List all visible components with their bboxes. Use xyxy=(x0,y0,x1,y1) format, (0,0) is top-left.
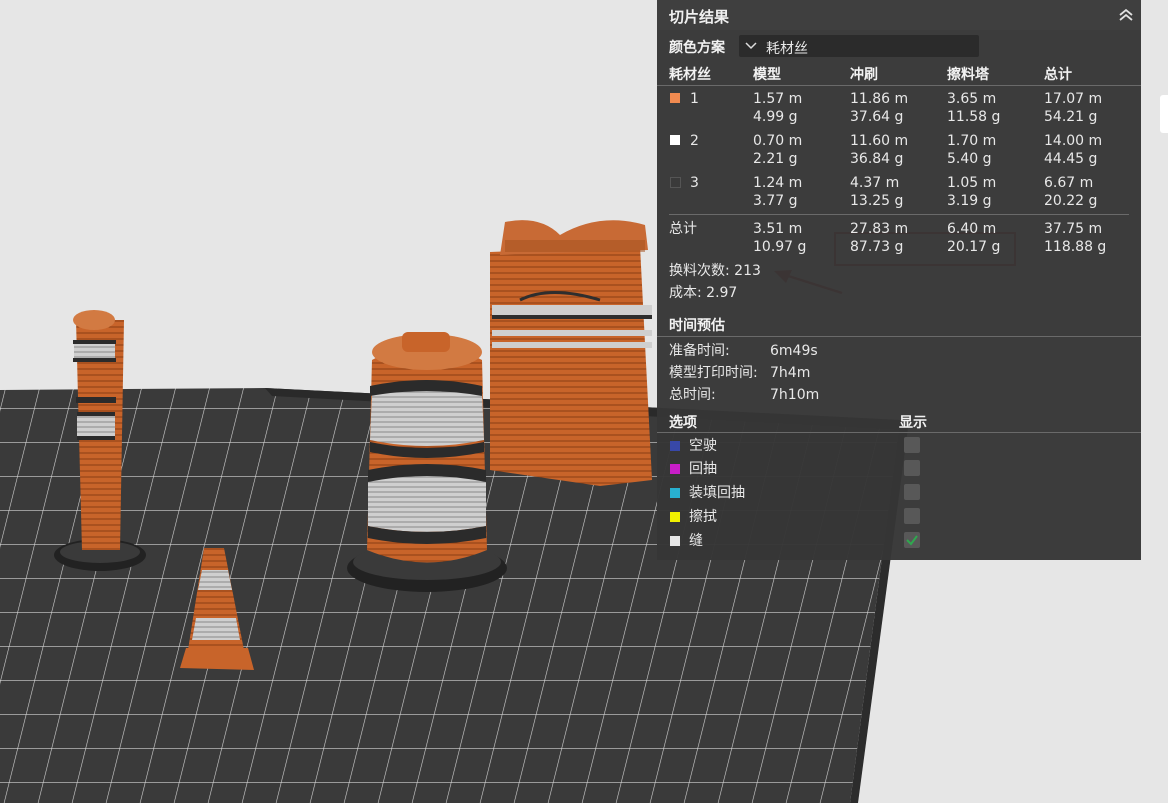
filament-2-total-m: 14.00 m xyxy=(1044,133,1103,149)
filament-2-flush-m: 11.60 m xyxy=(850,133,909,149)
filament-2-flush-g: 36.84 g xyxy=(850,151,904,167)
option-travel-checkbox[interactable] xyxy=(904,437,920,453)
total-tower-g: 20.17 g xyxy=(947,239,1001,255)
col-header-prime-tower: 擦料塔 xyxy=(947,67,989,83)
filament-1-flush-m: 11.86 m xyxy=(850,91,909,107)
prep-time-value: 6m49s xyxy=(770,343,818,359)
divider xyxy=(657,432,1141,433)
retract-swatch xyxy=(670,464,680,474)
seam-swatch xyxy=(670,536,680,546)
col-header-total: 总计 xyxy=(1044,67,1072,83)
filament-1-tower-g: 11.58 g xyxy=(947,109,1001,125)
filament-3-model-m: 1.24 m xyxy=(753,175,803,191)
time-estimate-header: 时间预估 xyxy=(669,318,725,334)
divider xyxy=(669,214,1129,215)
filament-1-model-g: 4.99 g xyxy=(753,109,798,125)
option-retract-label: 回抽 xyxy=(689,461,717,477)
col-header-filament: 耗材丝 xyxy=(669,67,711,83)
option-wipe-label: 擦拭 xyxy=(689,509,717,525)
color-scheme-select[interactable]: 耗材丝 xyxy=(739,35,979,57)
total-time-label: 总时间: xyxy=(669,387,716,403)
divider xyxy=(657,85,1141,86)
model-print-time-label: 模型打印时间: xyxy=(669,365,758,381)
option-deretract-label: 装填回抽 xyxy=(689,485,745,501)
option-deretract-checkbox[interactable] xyxy=(904,484,920,500)
filament-2-tower-m: 1.70 m xyxy=(947,133,997,149)
color-scheme-value: 耗材丝 xyxy=(766,41,808,57)
model-print-time-value: 7h4m xyxy=(770,365,811,381)
filament-1-total-m: 17.07 m xyxy=(1044,91,1103,107)
filament-3-flush-m: 4.37 m xyxy=(850,175,900,191)
chevron-down-icon xyxy=(745,42,757,50)
travel-swatch xyxy=(670,441,680,451)
total-model-m: 3.51 m xyxy=(753,221,803,237)
filament-2-model-g: 2.21 g xyxy=(753,151,798,167)
color-scheme-label: 颜色方案 xyxy=(669,40,725,56)
total-total-m: 37.75 m xyxy=(1044,221,1103,237)
filament-3-model-g: 3.77 g xyxy=(753,193,798,209)
filament-3-flush-g: 13.25 g xyxy=(850,193,904,209)
check-icon xyxy=(906,535,918,546)
display-header: 显示 xyxy=(899,415,927,431)
option-travel-label: 空驶 xyxy=(689,438,717,454)
total-flush-m: 27.83 m xyxy=(850,221,909,237)
filament-2-id: 2 xyxy=(690,133,699,149)
filament-3-total-m: 6.67 m xyxy=(1044,175,1094,191)
panel-title: 切片结果 xyxy=(669,8,730,26)
panel-header: 切片结果 xyxy=(657,0,1141,30)
filament-1-swatch xyxy=(670,93,680,103)
filament-1-id: 1 xyxy=(690,91,699,107)
filament-1-model-m: 1.57 m xyxy=(753,91,803,107)
filament-3-id: 3 xyxy=(690,175,699,191)
col-header-model: 模型 xyxy=(753,67,781,83)
option-seam-checkbox[interactable] xyxy=(904,532,920,548)
total-tower-m: 6.40 m xyxy=(947,221,997,237)
option-retract-checkbox[interactable] xyxy=(904,460,920,476)
wipe-swatch xyxy=(670,512,680,522)
filament-1-tower-m: 3.65 m xyxy=(947,91,997,107)
filament-3-tower-m: 1.05 m xyxy=(947,175,997,191)
divider xyxy=(657,336,1141,337)
total-flush-g: 87.73 g xyxy=(850,239,904,255)
model-prime-tower[interactable] xyxy=(490,220,652,486)
filament-change-count: 换料次数: 213 xyxy=(669,263,761,279)
side-tab[interactable] xyxy=(1160,95,1168,133)
slice-result-panel: 切片结果 颜色方案 耗材丝 耗材丝 模型 冲刷 擦料塔 总计 1 1.57 m … xyxy=(657,0,1141,560)
total-time-value: 7h10m xyxy=(770,387,820,403)
filament-2-tower-g: 5.40 g xyxy=(947,151,992,167)
filament-3-swatch xyxy=(670,177,681,188)
prep-time-label: 准备时间: xyxy=(669,343,730,359)
option-seam-label: 缝 xyxy=(689,533,703,549)
model-traffic-barrel[interactable] xyxy=(347,332,507,592)
filament-1-flush-g: 37.64 g xyxy=(850,109,904,125)
options-header: 选项 xyxy=(669,415,697,431)
total-model-g: 10.97 g xyxy=(753,239,807,255)
filament-1-total-g: 54.21 g xyxy=(1044,109,1098,125)
option-wipe-checkbox[interactable] xyxy=(904,508,920,524)
total-row-label: 总计 xyxy=(669,221,697,237)
col-header-flush: 冲刷 xyxy=(850,67,878,83)
deretract-swatch xyxy=(670,488,680,498)
filament-2-swatch xyxy=(670,135,680,145)
total-total-g: 118.88 g xyxy=(1044,239,1107,255)
collapse-icon[interactable] xyxy=(1117,6,1135,24)
filament-2-model-m: 0.70 m xyxy=(753,133,803,149)
filament-3-tower-g: 3.19 g xyxy=(947,193,992,209)
filament-2-total-g: 44.45 g xyxy=(1044,151,1098,167)
filament-3-total-g: 20.22 g xyxy=(1044,193,1098,209)
cost: 成本: 2.97 xyxy=(669,285,738,301)
